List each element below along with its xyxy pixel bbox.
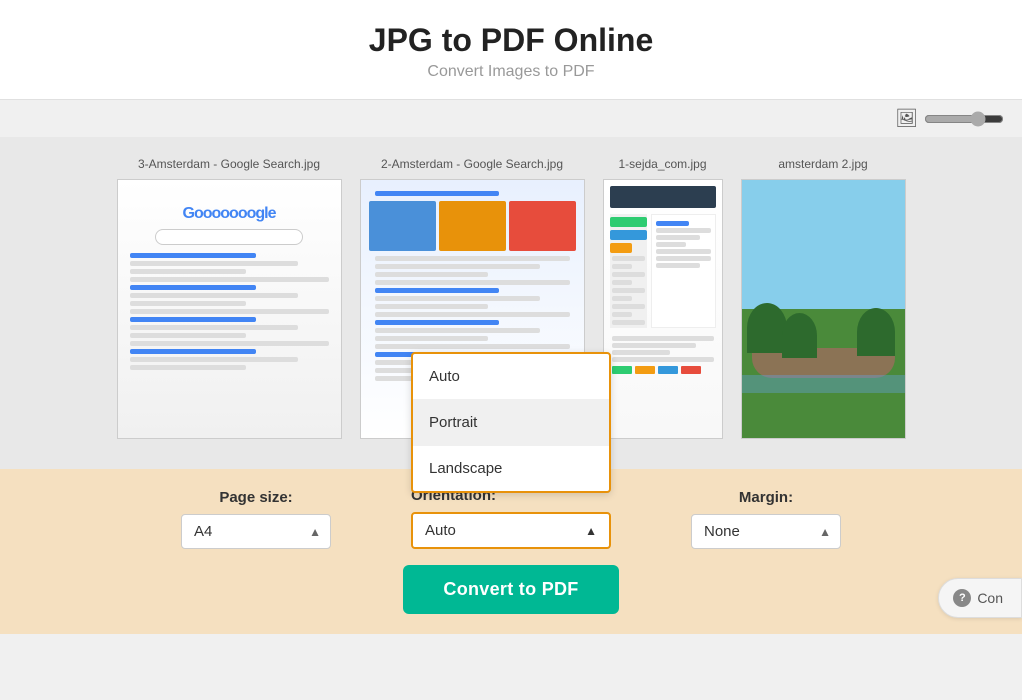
- orientation-option-auto[interactable]: Auto: [413, 354, 609, 400]
- con-label: Con: [977, 590, 1003, 606]
- toolbar: 🖼: [0, 100, 1022, 137]
- search-bar-sim-1: [155, 229, 303, 245]
- image-filename-4: amsterdam 2.jpg: [778, 157, 867, 171]
- page-size-control: Page size: A4 Letter A3 ▲: [181, 489, 331, 549]
- page-size-select-wrapper: A4 Letter A3 ▲: [181, 514, 331, 549]
- zoom-control: 🖼: [895, 108, 1004, 129]
- image-filename-1: 3-Amsterdam - Google Search.jpg: [138, 157, 320, 171]
- orientation-control: Orientation: Auto Portrait Landscape Aut…: [411, 487, 611, 549]
- image-thumb-4[interactable]: [741, 179, 906, 439]
- image-card-4: amsterdam 2.jpg: [741, 157, 906, 439]
- orientation-dropdown-popup[interactable]: Auto Portrait Landscape: [411, 352, 611, 493]
- convert-button-wrapper: Convert to PDF: [30, 565, 992, 614]
- header: JPG to PDF Online Convert Images to PDF: [0, 0, 1022, 100]
- bottom-panel: Page size: A4 Letter A3 ▲ Orientation: A…: [0, 469, 1022, 634]
- image-filename-2: 2-Amsterdam - Google Search.jpg: [381, 157, 563, 171]
- logo-sim-1: Gooooooogle: [124, 205, 335, 223]
- image-card-1: 3-Amsterdam - Google Search.jpg Gooooooo…: [117, 157, 342, 439]
- image-thumb-1[interactable]: Gooooooogle: [117, 179, 342, 439]
- orientation-option-portrait[interactable]: Portrait: [413, 400, 609, 446]
- image-filename-3: 1-sejda_com.jpg: [618, 157, 706, 171]
- con-button[interactable]: ? Con: [938, 578, 1022, 618]
- margin-control: Margin: None Small Large ▲: [691, 489, 841, 549]
- orientation-select-button[interactable]: Auto ▲: [411, 512, 611, 549]
- image-thumb-3[interactable]: [603, 179, 723, 439]
- page-subtitle: Convert Images to PDF: [0, 63, 1022, 81]
- page-title: JPG to PDF Online: [0, 22, 1022, 59]
- image-card-3: 1-sejda_com.jpg: [603, 157, 723, 439]
- zoom-slider[interactable]: [924, 111, 1004, 127]
- image-icon: 🖼: [895, 108, 918, 129]
- orientation-arrow-icon: ▲: [585, 524, 597, 538]
- orientation-option-landscape[interactable]: Landscape: [413, 446, 609, 491]
- controls-row: Page size: A4 Letter A3 ▲ Orientation: A…: [30, 487, 992, 549]
- margin-label: Margin:: [691, 489, 841, 506]
- page-size-select[interactable]: A4 Letter A3: [181, 514, 331, 549]
- orientation-current-value: Auto: [425, 522, 456, 539]
- amsterdam-photo: [742, 180, 905, 438]
- page-size-label: Page size:: [181, 489, 331, 506]
- convert-button[interactable]: Convert to PDF: [403, 565, 618, 614]
- question-icon: ?: [953, 589, 971, 607]
- margin-select-wrapper: None Small Large ▲: [691, 514, 841, 549]
- margin-select[interactable]: None Small Large: [691, 514, 841, 549]
